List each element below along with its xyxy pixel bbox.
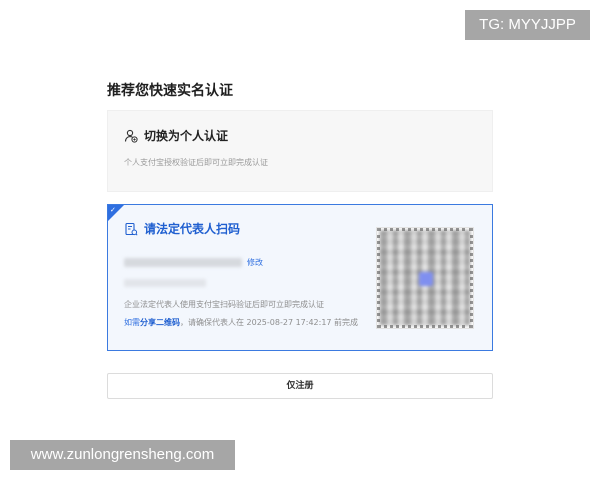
watermark-bottom-left: www.zunlongrensheng.com bbox=[10, 440, 235, 470]
watermark-top-right: TG: MYYJJPP bbox=[465, 10, 590, 40]
edit-link[interactable]: 修改 bbox=[247, 257, 263, 269]
personal-auth-option[interactable]: 切换为个人认证 个人支付宝授权验证后即可立即完成认证 bbox=[107, 110, 493, 192]
person-switch-icon bbox=[124, 129, 138, 143]
qr-code-border bbox=[377, 228, 473, 328]
legal-rep-scan-option[interactable]: ✓ 请法定代表人扫码 修改 企业法定代表人使用支付宝扫码验证后即可立即完成认证 … bbox=[107, 204, 493, 351]
personal-auth-label: 切换为个人认证 bbox=[144, 129, 229, 143]
scan-document-icon bbox=[124, 222, 138, 236]
page: 推荐您快速实名认证 切换为个人认证 个人支付宝授权验证后即可立即完成认证 ✓ 请… bbox=[0, 0, 600, 480]
share-deadline-text: ，请确保代表人在 2025-08-27 17:42:17 前完成 bbox=[180, 318, 359, 327]
share-qr-link[interactable]: 分享二维码 bbox=[140, 318, 180, 327]
legal-rep-header: 请法定代表人扫码 bbox=[124, 221, 240, 237]
personal-auth-description: 个人支付宝授权验证后即可立即完成认证 bbox=[124, 158, 268, 167]
share-qr-hint: 如需分享二维码，请确保代表人在 2025-08-27 17:42:17 前完成 bbox=[124, 317, 358, 329]
share-prefix: 如需 bbox=[124, 318, 140, 327]
legal-rep-label: 请法定代表人扫码 bbox=[144, 222, 241, 236]
legal-rep-description: 企业法定代表人使用支付宝扫码验证后即可立即完成认证 bbox=[124, 300, 324, 309]
redacted-company-name bbox=[124, 258, 242, 267]
register-only-button[interactable]: 仅注册 bbox=[107, 373, 493, 399]
redacted-representative-info bbox=[124, 279, 206, 287]
check-icon: ✓ bbox=[110, 206, 116, 214]
personal-auth-header: 切换为个人认证 bbox=[124, 128, 228, 144]
section-title: 推荐您快速实名认证 bbox=[107, 83, 233, 99]
qr-code-icon bbox=[376, 227, 474, 329]
